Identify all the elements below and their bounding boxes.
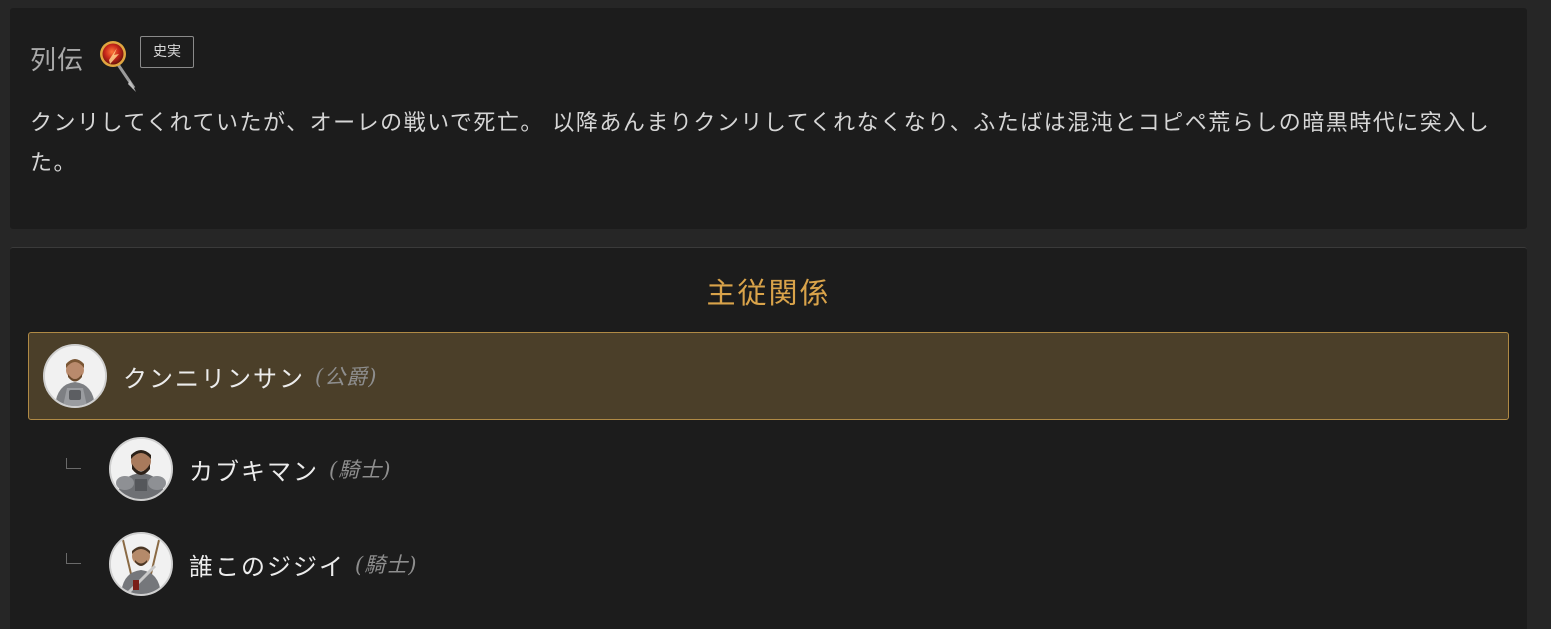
- tree-connector: [66, 552, 81, 564]
- biography-text: クンリしてくれていたが、オーレの戦いで死亡。 以降あんまりクンリしてくれなくなり…: [30, 111, 1491, 176]
- vassal-row[interactable]: カブキマン (騎士): [66, 434, 391, 504]
- vassal-rank: (騎士): [329, 458, 392, 482]
- biography-title: 列伝: [30, 45, 85, 76]
- biography-header: 列伝 史実: [30, 30, 195, 92]
- vassal-row[interactable]: 誰このジジイ (騎士): [66, 529, 417, 599]
- vassal-name[interactable]: 誰このジジイ: [189, 547, 345, 582]
- tree-connector: [66, 457, 81, 469]
- vassal-relations-title: 主従関係: [706, 276, 831, 310]
- vassal-rank: (騎士): [355, 553, 418, 577]
- sword-knight-portrait-avatar[interactable]: [109, 532, 173, 596]
- lord-row[interactable]: クンニリンサン (公爵): [28, 332, 1509, 420]
- historical-fact-seal-icon: [98, 38, 138, 94]
- lord-name[interactable]: クンニリンサン: [123, 359, 305, 394]
- lord-rank: (公爵): [315, 365, 378, 389]
- vassal-name[interactable]: カブキマン: [189, 452, 319, 487]
- armored-knight-portrait-avatar[interactable]: [109, 437, 173, 501]
- vassal-relations-panel: 主従関係 クンニリンサン (公爵) カブキマン (騎士) 誰このジジイ (騎士): [10, 247, 1527, 629]
- knight-portrait-avatar[interactable]: [43, 344, 107, 408]
- historical-fact-badge: 史実: [140, 36, 195, 68]
- biography-panel: 列伝 史実 クンリしてくれていたが、オーレの戦いで死亡。 以降あんまりクンリして…: [10, 8, 1527, 229]
